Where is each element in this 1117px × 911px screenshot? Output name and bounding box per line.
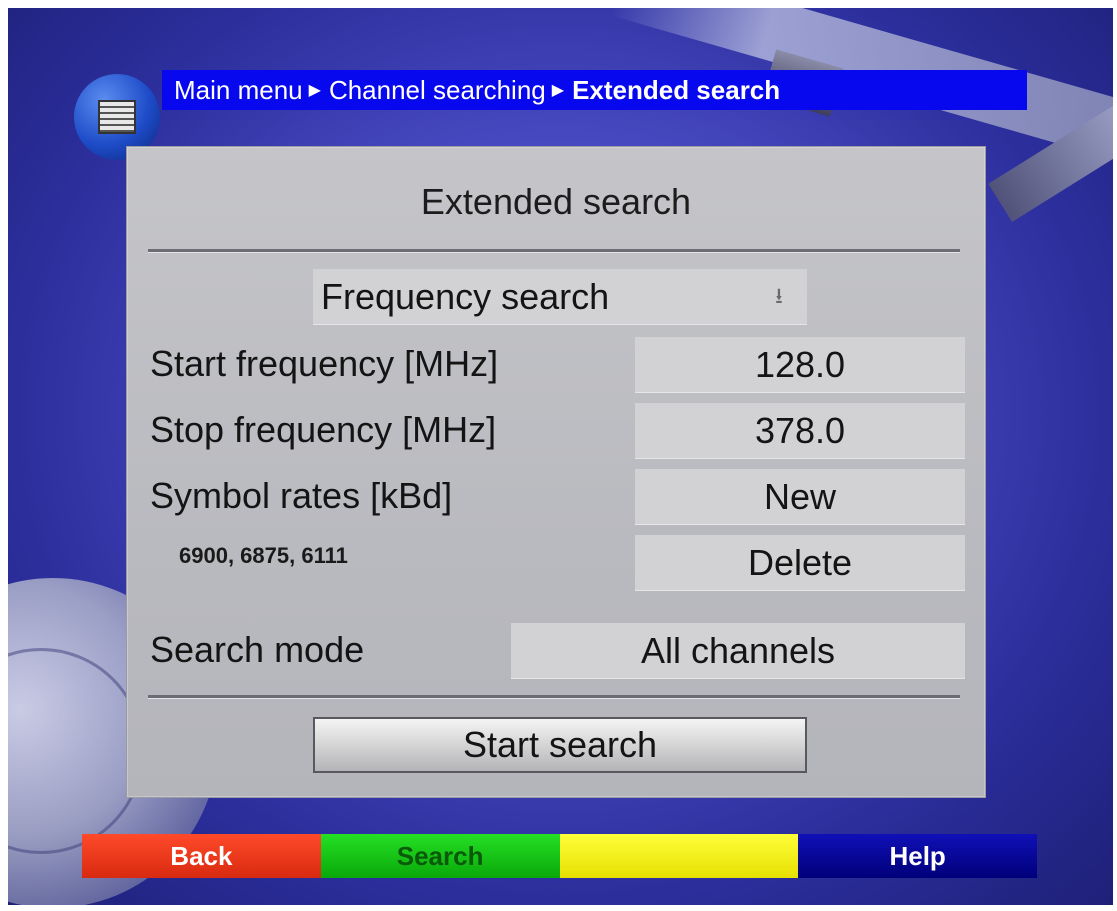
delete-symbol-rate-button[interactable]: Delete: [635, 535, 965, 591]
stop-frequency-field[interactable]: 378.0: [635, 403, 965, 459]
search-mode-label: Search mode: [150, 629, 365, 670]
search-type-dropdown[interactable]: Frequency search ⭳: [313, 269, 807, 325]
dropdown-arrow-icon: ⭳: [775, 283, 783, 308]
search-type-value: Frequency search: [321, 276, 610, 317]
symbol-rates-list[interactable]: 6900, 6875, 6111: [179, 543, 348, 569]
extended-search-panel: Extended search Frequency search ⭳ Start…: [126, 146, 986, 798]
divider: [148, 695, 960, 699]
page-title: Extended search: [420, 181, 692, 222]
start-search-button[interactable]: Start search: [313, 717, 807, 773]
symbol-rates-label: Symbol rates [kBd]: [150, 475, 453, 516]
search-button[interactable]: Search: [320, 834, 560, 878]
back-button[interactable]: Back: [82, 834, 321, 878]
divider: [148, 249, 960, 253]
breadcrumb-item-main-menu[interactable]: Main menu: [162, 75, 303, 106]
breadcrumb: Main menu ▶ Channel searching ▶ Extended…: [162, 70, 1027, 110]
stop-frequency-label: Stop frequency [MHz]: [150, 409, 497, 450]
breadcrumb-current: Extended search: [572, 74, 781, 105]
new-symbol-rate-button[interactable]: New: [635, 469, 965, 525]
start-frequency-field[interactable]: 128.0: [635, 337, 965, 393]
color-key-bar: Back Search Help: [82, 834, 1037, 878]
help-button[interactable]: Help: [798, 834, 1037, 878]
menu-screen-icon-inner: [98, 100, 136, 134]
yellow-key-button[interactable]: [559, 834, 799, 878]
breadcrumb-item-channel-searching[interactable]: Channel searching: [317, 75, 546, 106]
search-mode-field[interactable]: All channels: [511, 623, 965, 679]
start-frequency-label: Start frequency [MHz]: [150, 343, 499, 384]
